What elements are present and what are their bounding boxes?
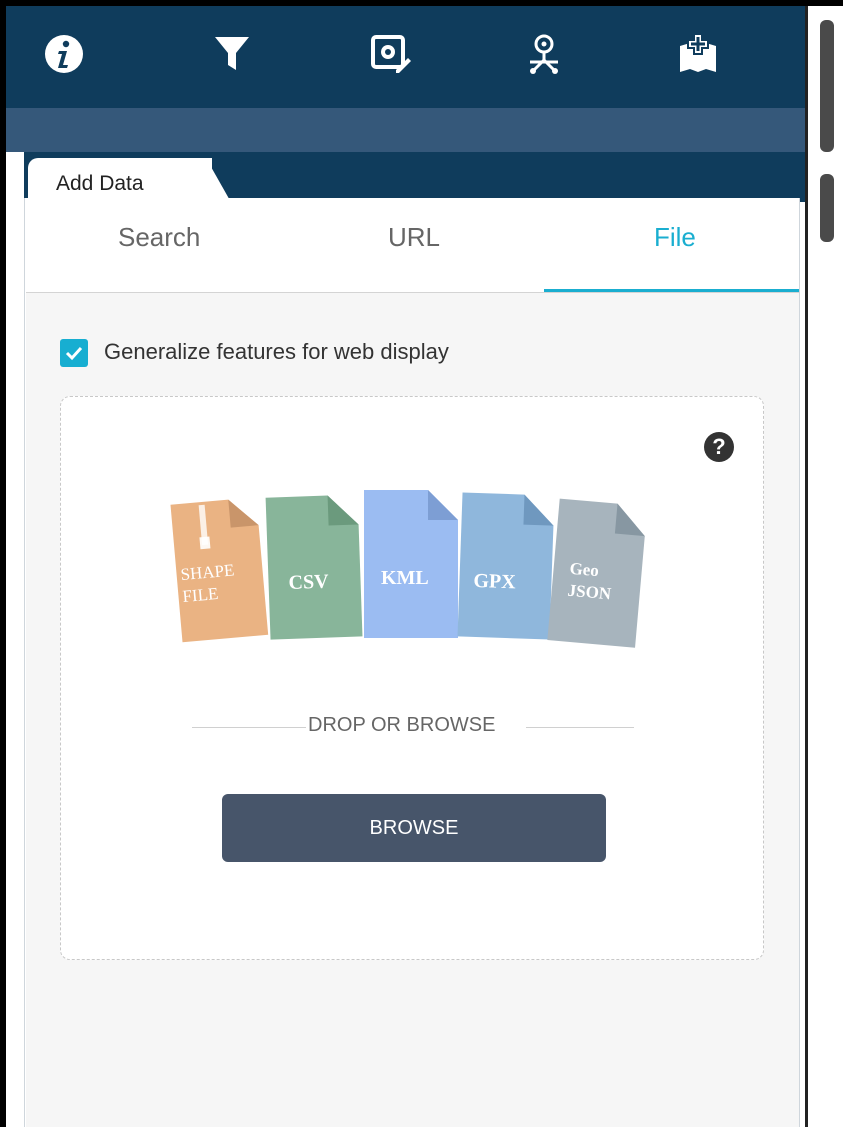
gpx-file-icon: GPX [457,492,554,640]
settings-edit-icon [371,35,411,73]
file-type-label: GPX [473,570,517,593]
divider-line [526,727,634,728]
add-data-map-icon [680,33,716,72]
filter-icon [215,37,249,70]
divider-line [192,727,306,728]
tab-search[interactable]: Search [118,222,200,253]
kml-file-icon: KML [364,490,458,638]
source-tabs: Search URL File [26,200,799,293]
right-gutter [805,6,843,1127]
location-network-button[interactable] [514,24,574,84]
tab-url[interactable]: URL [388,222,440,253]
file-type-label: KML [381,567,429,589]
info-button[interactable] [34,24,94,84]
tab-file[interactable]: File [654,222,696,253]
filter-button[interactable] [202,24,262,84]
settings-edit-button[interactable] [360,24,420,84]
generalize-label[interactable]: Generalize features for web display [104,339,449,365]
scrollbar-thumb[interactable] [820,174,834,242]
help-icon[interactable]: ? [704,432,734,462]
add-data-button[interactable] [668,24,728,84]
location-network-icon [530,34,558,74]
scrollbar-thumb[interactable] [820,20,834,152]
panel-title: Add Data [56,172,144,195]
geojson-file-icon: GeoJSON [547,498,645,648]
active-tab-indicator [544,289,799,292]
shapefile-file-icon: SHAPEFILE [170,499,269,643]
browse-button[interactable]: BROWSE [222,794,606,862]
info-icon [45,35,83,73]
toolbar-strip [6,108,805,152]
file-types-illustration: SHAPEFILE CSV KML GPX GeoJSON [170,490,645,648]
app-window: Add Data Search URL File Generalize feat… [6,6,843,1127]
top-toolbar [6,6,805,108]
file-type-label: CSV [288,571,329,594]
checkmark-icon [65,346,83,361]
drop-or-browse-label: DROP OR BROWSE [308,714,496,736]
generalize-checkbox[interactable] [60,339,88,367]
csv-file-icon: CSV [265,495,363,640]
